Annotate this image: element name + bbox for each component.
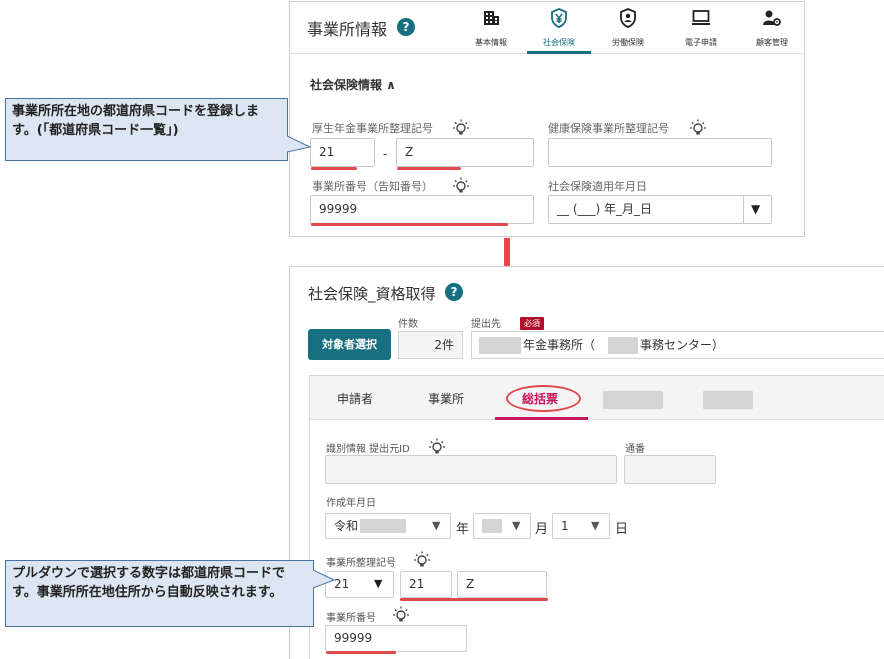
- office-code-label: 事業所整理記号: [326, 558, 396, 569]
- lightbulb-icon[interactable]: [428, 437, 446, 455]
- lightbulb-icon[interactable]: [452, 176, 470, 194]
- pension-code-prefecture-field[interactable]: 21: [310, 138, 375, 167]
- health-office-code-label: 健康保険事業所整理記号: [548, 122, 669, 135]
- nav-basic-info[interactable]: 基本情報: [459, 6, 523, 54]
- nav-label: 労働保険: [612, 38, 644, 47]
- user-gear-icon: [763, 10, 781, 26]
- destination-text-2: 事務センター）: [640, 338, 725, 352]
- office-code-field-2[interactable]: Z: [457, 571, 547, 598]
- callout-pointer: [287, 135, 311, 153]
- chevron-down-icon: ▼: [512, 519, 521, 532]
- callout-pointer: [313, 569, 335, 589]
- day-unit: 日: [615, 522, 629, 537]
- nav-label: 顧客管理: [756, 38, 788, 47]
- page-title: 社会保険_資格取得: [308, 285, 436, 303]
- redacted-tab[interactable]: [703, 391, 753, 409]
- social-insurance-section-title[interactable]: 社会保険情報 ∧: [310, 76, 396, 93]
- day-value: 1: [561, 519, 569, 533]
- highlight-underline: [311, 167, 357, 170]
- redacted-text: [608, 337, 638, 354]
- monitor-icon: [692, 10, 710, 25]
- prefecture-code-value: 21: [334, 577, 350, 591]
- active-nav-indicator: [527, 51, 591, 54]
- chevron-down-icon[interactable]: ▼: [751, 202, 760, 216]
- badge-shield-icon: [620, 8, 636, 28]
- lightbulb-icon[interactable]: [413, 550, 431, 568]
- day-select[interactable]: 1 ▼: [552, 513, 610, 539]
- apply-date-select[interactable]: __ (___) 年_月_日: [548, 195, 772, 224]
- chevron-down-icon: ▼: [374, 577, 383, 590]
- lightbulb-icon[interactable]: [689, 118, 707, 136]
- month-unit: 月: [535, 522, 549, 537]
- count-label: 件数: [398, 319, 418, 330]
- redacted-text: [482, 519, 502, 533]
- prefecture-code-select[interactable]: 21 ▼: [325, 571, 394, 598]
- lightbulb-icon[interactable]: [392, 605, 410, 623]
- redacted-tab[interactable]: [603, 391, 663, 409]
- callout-prefecture-code: 事業所所在地の都道府県コードを登録します。(「都道府県コード一覧」): [5, 98, 288, 161]
- highlight-underline: [400, 598, 548, 601]
- office-info-header: 事業所情報 ? 基本情報 社会保険 労働保険 電子申請 顧客管理: [290, 2, 804, 54]
- highlight-underline: [397, 167, 461, 170]
- dash-separator: -: [383, 147, 388, 161]
- office-number-field[interactable]: 99999: [310, 195, 534, 224]
- nav-e-application[interactable]: 電子申請: [669, 6, 733, 54]
- form-subpanel: 申請者 事業所 総括票 識別情報 提出元ID 通番 作成年月日 令和 ▼ 年 ▼: [309, 375, 884, 659]
- apply-date-label: 社会保険適用年月日: [548, 180, 647, 193]
- pension-code-symbol-field[interactable]: Z: [396, 138, 534, 167]
- destination-text-1: 年金事務所（: [523, 338, 596, 352]
- highlight-ellipse: [506, 385, 581, 412]
- tab-office[interactable]: 事業所: [428, 390, 464, 407]
- office-number-field[interactable]: 99999: [325, 625, 467, 652]
- office-info-panel: 事業所情報 ? 基本情報 社会保険 労働保険 電子申請 顧客管理 社会保険情報 …: [289, 1, 805, 237]
- help-icon[interactable]: ?: [445, 283, 463, 301]
- nav-social-insurance[interactable]: 社会保険: [527, 6, 591, 54]
- era-value: 令和: [334, 519, 359, 533]
- serial-number-field[interactable]: [624, 455, 716, 484]
- nav-label: 基本情報: [475, 38, 507, 47]
- highlight-underline: [311, 223, 508, 226]
- redacted-text: [360, 519, 406, 533]
- chevron-down-icon: ▼: [591, 519, 600, 532]
- lightbulb-icon[interactable]: [452, 118, 470, 136]
- nav-label: 電子申請: [685, 38, 717, 47]
- redacted-text: [479, 337, 521, 354]
- year-unit: 年: [456, 522, 470, 537]
- nav-label: 社会保険: [543, 38, 575, 47]
- nav-labor-insurance[interactable]: 労働保険: [596, 6, 660, 54]
- select-target-button[interactable]: 対象者選択: [308, 329, 391, 360]
- pension-office-code-label: 厚生年金事業所整理記号: [312, 122, 433, 135]
- active-tab-indicator: [495, 417, 588, 420]
- tab-applicant[interactable]: 申請者: [337, 390, 373, 407]
- select-divider: [743, 196, 744, 223]
- destination-field[interactable]: 年金事務所（ 事務センター）: [471, 331, 884, 359]
- office-code-field-1[interactable]: 21: [400, 571, 452, 598]
- building-icon: [484, 11, 499, 25]
- callout-pulldown-note: プルダウンで選択する数字は都道府県コードです。事業所所在地住所から自動反映されま…: [5, 560, 314, 627]
- required-badge: 必須: [520, 317, 544, 330]
- count-field: 2件: [398, 331, 463, 359]
- destination-label: 提出先: [471, 319, 501, 330]
- highlight-underline: [326, 651, 396, 654]
- health-office-code-field[interactable]: [548, 138, 772, 167]
- office-number-label: 事業所番号: [326, 613, 376, 624]
- created-date-label: 作成年月日: [326, 498, 376, 509]
- help-icon[interactable]: ?: [397, 18, 415, 36]
- submitter-id-label: 識別情報 提出元ID: [326, 444, 410, 455]
- qualification-acquisition-panel: 社会保険_資格取得 ? 件数 提出先 必須 対象者選択 2件 年金事務所（ 事務…: [289, 266, 884, 659]
- page-title: 事業所情報: [307, 20, 388, 39]
- submitter-id-field[interactable]: [325, 455, 617, 484]
- chevron-down-icon: ▼: [432, 519, 441, 532]
- month-select[interactable]: ▼: [473, 513, 531, 539]
- yen-shield-icon: [551, 8, 567, 28]
- era-year-select[interactable]: 令和 ▼: [325, 513, 451, 539]
- serial-number-label: 通番: [625, 444, 645, 455]
- apply-date-value: __ (___) 年_月_日: [557, 202, 652, 216]
- nav-customer-management[interactable]: 顧客管理: [740, 6, 804, 54]
- tabs-bar: 申請者 事業所 総括票: [310, 376, 884, 420]
- office-number-label: 事業所番号（告知番号）: [312, 180, 433, 193]
